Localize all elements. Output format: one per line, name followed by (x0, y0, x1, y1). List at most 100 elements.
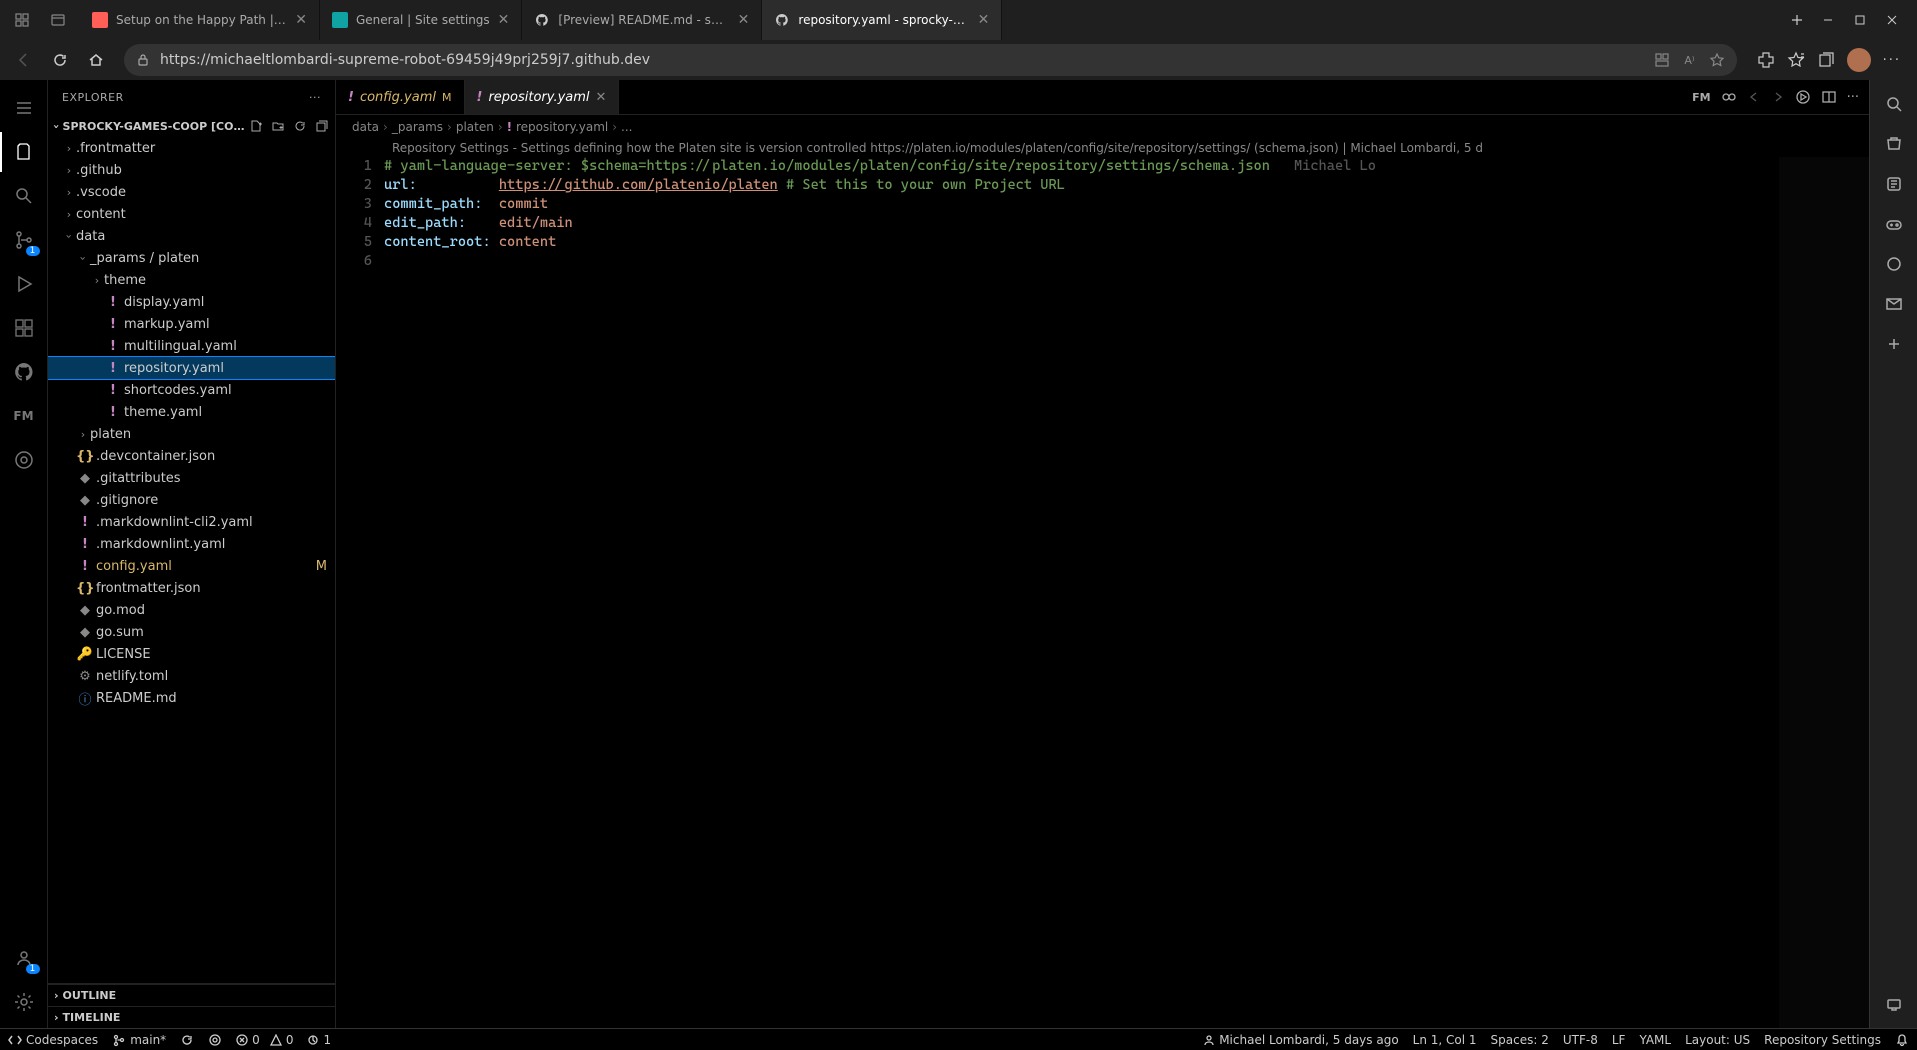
prev-change-icon[interactable] (1747, 90, 1761, 104)
close-icon[interactable]: ✕ (498, 12, 510, 28)
browser-tab[interactable]: Setup on the Happy Path | Platen✕ (80, 0, 320, 40)
read-aloud-icon[interactable]: A⁾ (1684, 54, 1694, 67)
codespaces-indicator[interactable]: Codespaces (8, 1033, 98, 1047)
run-icon[interactable] (1795, 89, 1811, 105)
tree-file[interactable]: {}.devcontainer.json (48, 445, 335, 467)
encoding[interactable]: UTF-8 (1563, 1033, 1598, 1047)
tree-file[interactable]: !theme.yaml (48, 401, 335, 423)
timeline-section[interactable]: TIMELINE (48, 1006, 335, 1028)
refresh-button[interactable] (44, 44, 76, 76)
browser-tab[interactable]: [Preview] README.md - sprocky✕ (522, 0, 762, 40)
breadcrumb-item[interactable]: ... (621, 120, 632, 134)
source-control-icon[interactable]: 1 (0, 218, 48, 262)
tree-file[interactable]: !.markdownlint-cli2.yaml (48, 511, 335, 533)
home-button[interactable] (80, 44, 112, 76)
extensions-activity-icon[interactable] (0, 306, 48, 350)
split-editor-icon[interactable] (1821, 89, 1837, 105)
breadcrumb-item[interactable]: _params (392, 120, 443, 134)
next-change-icon[interactable] (1771, 90, 1785, 104)
tree-folder[interactable]: data (48, 225, 335, 247)
refresh-explorer-icon[interactable] (293, 119, 307, 133)
profile-avatar[interactable] (1847, 48, 1871, 72)
browser-tab[interactable]: General | Site settings✕ (320, 0, 522, 40)
new-tab-button[interactable] (1783, 6, 1811, 34)
breadcrumbs[interactable]: data›_params›platen›! repository.yaml›..… (336, 115, 1869, 139)
browser-tab[interactable]: repository.yaml - sprocky-games✕ (762, 0, 1002, 40)
tree-file[interactable]: ⚙netlify.toml (48, 665, 335, 687)
language-mode[interactable]: YAML (1639, 1033, 1671, 1047)
edge-search-icon[interactable] (1878, 88, 1910, 120)
collections-icon[interactable] (1817, 51, 1835, 69)
tree-folder[interactable]: .frontmatter (48, 137, 335, 159)
edge-office-icon[interactable] (1878, 248, 1910, 280)
tree-file[interactable]: !repository.yaml (48, 357, 335, 379)
indentation[interactable]: Spaces: 2 (1491, 1033, 1549, 1047)
tree-file[interactable]: !markup.yaml (48, 313, 335, 335)
editor-tab[interactable]: !repository.yaml✕ (465, 80, 620, 114)
sync-indicator[interactable] (180, 1033, 194, 1047)
file-tree[interactable]: .frontmatter.github.vscodecontentdata_pa… (48, 137, 335, 983)
edge-shopping-icon[interactable] (1878, 128, 1910, 160)
tree-file[interactable]: ◆.gitattributes (48, 467, 335, 489)
cursor-position[interactable]: Ln 1, Col 1 (1413, 1033, 1477, 1047)
extensions-icon[interactable] (1757, 51, 1775, 69)
edge-games-icon[interactable] (1878, 208, 1910, 240)
forwarded-ports[interactable]: 1 (307, 1033, 331, 1047)
collapse-all-icon[interactable] (315, 119, 329, 133)
address-bar[interactable]: https://michaeltlombardi-supreme-robot-6… (124, 44, 1737, 76)
tree-file[interactable]: ⓘREADME.md (48, 687, 335, 709)
tree-folder[interactable]: platen (48, 423, 335, 445)
tree-file[interactable]: ◆go.sum (48, 621, 335, 643)
blame-status[interactable]: Michael Lombardi, 5 days ago (1203, 1033, 1398, 1047)
github-icon[interactable] (0, 350, 48, 394)
window-minimize-button[interactable] (1821, 13, 1835, 27)
edge-plus-icon[interactable] (1878, 328, 1910, 360)
new-folder-icon[interactable] (271, 119, 285, 133)
tree-file[interactable]: ◆.gitignore (48, 489, 335, 511)
new-file-icon[interactable] (249, 119, 263, 133)
tree-folder[interactable]: _params / platen (48, 247, 335, 269)
tree-file[interactable]: !display.yaml (48, 291, 335, 313)
tree-folder[interactable]: .github (48, 159, 335, 181)
tree-file[interactable]: !.markdownlint.yaml (48, 533, 335, 555)
search-icon[interactable] (0, 174, 48, 218)
edge-outlook-icon[interactable] (1878, 288, 1910, 320)
sidebar-menu-icon[interactable]: ··· (309, 91, 321, 104)
close-icon[interactable]: ✕ (596, 90, 607, 105)
tree-file[interactable]: !multilingual.yaml (48, 335, 335, 357)
notifications-icon[interactable] (1895, 1033, 1909, 1047)
favorite-icon[interactable] (1709, 52, 1725, 68)
settings-gear-icon[interactable] (0, 980, 48, 1024)
back-button[interactable] (8, 44, 40, 76)
favorites-bar-icon[interactable] (1787, 51, 1805, 69)
close-icon[interactable]: ✕ (295, 12, 307, 28)
tree-folder[interactable]: content (48, 203, 335, 225)
breadcrumb-item[interactable]: platen (456, 120, 494, 134)
tab-actions-icon[interactable] (44, 6, 72, 34)
tree-folder[interactable]: .vscode (48, 181, 335, 203)
window-maximize-button[interactable] (1853, 13, 1867, 27)
breadcrumb-item[interactable]: data (352, 120, 379, 134)
run-debug-icon[interactable] (0, 262, 48, 306)
close-icon[interactable]: ✕ (738, 12, 750, 28)
ports-indicator[interactable] (208, 1033, 222, 1047)
remote-explorer-icon[interactable] (0, 438, 48, 482)
tree-file[interactable]: !config.yamlM (48, 555, 335, 577)
compare-icon[interactable] (1721, 89, 1737, 105)
window-close-button[interactable] (1885, 13, 1899, 27)
keyboard-layout[interactable]: Layout: US (1685, 1033, 1750, 1047)
folder-section-header[interactable]: SPROCKY-GAMES-COOP [CODES... (48, 115, 335, 137)
editor-tab[interactable]: !config.yamlM (336, 80, 465, 114)
branch-indicator[interactable]: main* (112, 1033, 166, 1047)
app-mode-icon[interactable] (1654, 52, 1670, 68)
close-icon[interactable]: ✕ (978, 12, 990, 28)
edge-settings-icon[interactable] (1878, 988, 1910, 1020)
more-actions-icon[interactable]: ··· (1847, 90, 1859, 105)
breadcrumb-item[interactable]: ! repository.yaml (507, 120, 609, 134)
codelens[interactable]: Repository Settings - Settings defining … (336, 139, 1869, 157)
tree-file[interactable]: {}frontmatter.json (48, 577, 335, 599)
code-editor[interactable]: 123456 # yaml-language-server: $schema=h… (336, 157, 1869, 1028)
browser-menu-icon[interactable]: ··· (1883, 53, 1901, 68)
minimap[interactable] (1779, 157, 1869, 1028)
edge-tools-icon[interactable] (1878, 168, 1910, 200)
